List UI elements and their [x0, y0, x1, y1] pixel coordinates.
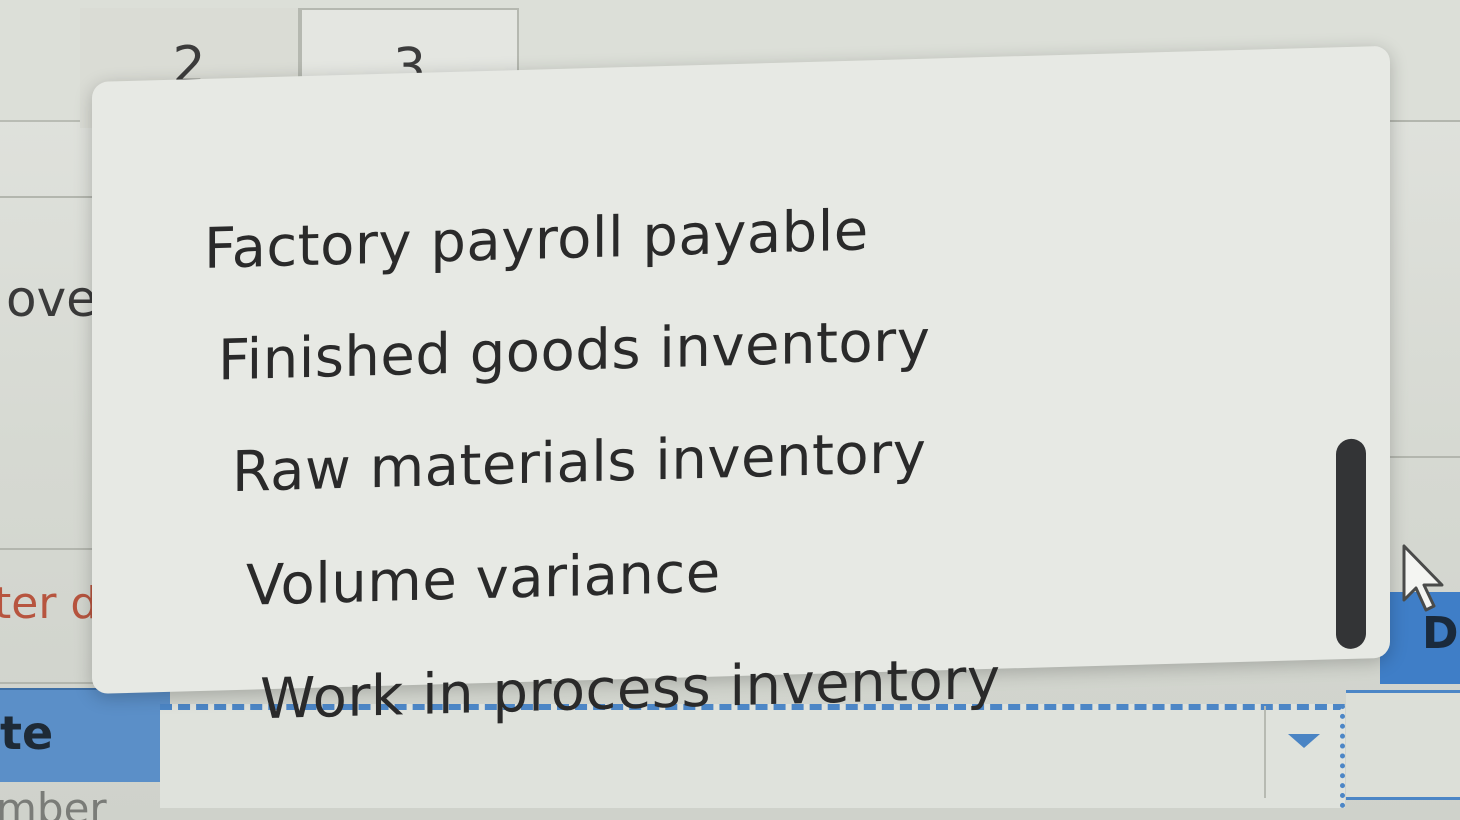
account-dropdown-list: Factory payroll payable Finished goods i…: [92, 45, 1390, 732]
dropdown-scrollbar[interactable]: [1336, 438, 1366, 650]
chevron-down-icon[interactable]: [1288, 734, 1320, 748]
dropdown-option[interactable]: Raw materials inventory: [232, 403, 926, 522]
select-arrow-button[interactable]: [1264, 706, 1338, 798]
right-header-label: D: [1422, 608, 1459, 659]
adjacent-input-cell[interactable]: [1346, 690, 1460, 800]
table-divider: [0, 196, 100, 198]
dropdown-option[interactable]: Volume variance: [246, 522, 721, 635]
background-label: mber: [0, 784, 107, 820]
dropdown-option[interactable]: Work in process inventory: [260, 629, 1000, 750]
mouse-pointer-icon: [1402, 544, 1444, 612]
table-divider: [1390, 120, 1460, 122]
screen: 2 3 ove ter det te mber D Factory payrol…: [0, 0, 1460, 820]
dropdown-option[interactable]: Finished goods inventory: [218, 291, 930, 411]
scrollbar-thumb[interactable]: [1336, 438, 1366, 650]
table-divider: [1388, 456, 1460, 458]
background-row-label: te: [0, 706, 54, 760]
dropdown-option[interactable]: Factory payroll payable: [204, 180, 869, 299]
background-label: ove: [6, 270, 97, 328]
